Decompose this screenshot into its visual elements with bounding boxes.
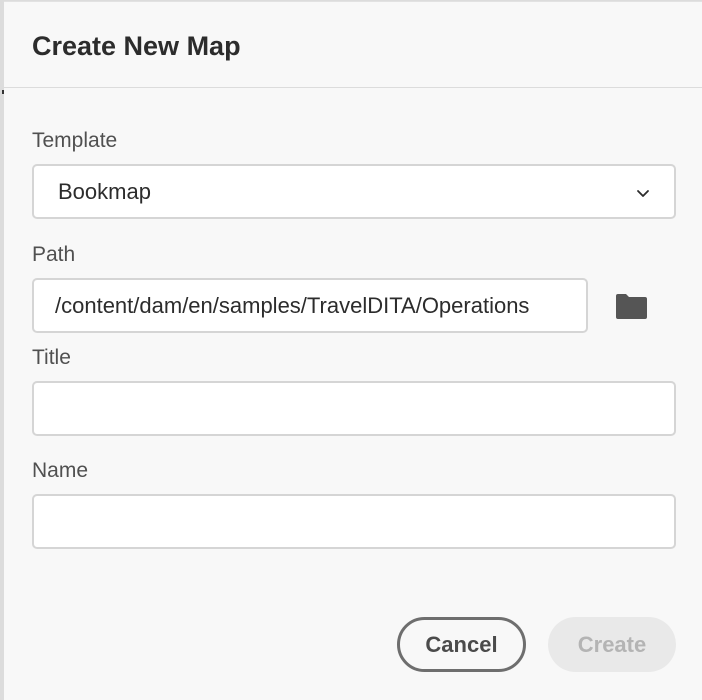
create-new-map-dialog: Create New Map Template Bookmap Path /co…: [4, 1, 702, 700]
stray-mark: [2, 90, 4, 94]
title-input[interactable]: [32, 381, 676, 436]
browse-path-button[interactable]: [614, 291, 648, 321]
template-select[interactable]: Bookmap: [32, 164, 676, 219]
name-input[interactable]: [32, 494, 676, 549]
template-selected-value: Bookmap: [58, 179, 151, 204]
folder-icon: [615, 293, 647, 319]
chevron-down-icon: [637, 190, 649, 197]
dialog-header: Create New Map: [4, 2, 702, 88]
dialog-title: Create New Map: [32, 31, 241, 61]
cancel-button[interactable]: Cancel: [397, 617, 526, 672]
path-label: Path: [32, 243, 76, 266]
path-input[interactable]: /content/dam/en/samples/TravelDITA/Opera…: [32, 278, 588, 333]
template-label: Template: [32, 129, 118, 152]
title-label: Title: [32, 346, 71, 369]
path-value: /content/dam/en/samples/TravelDITA/Opera…: [55, 293, 530, 318]
create-button[interactable]: Create: [548, 617, 676, 672]
name-label: Name: [32, 459, 89, 482]
